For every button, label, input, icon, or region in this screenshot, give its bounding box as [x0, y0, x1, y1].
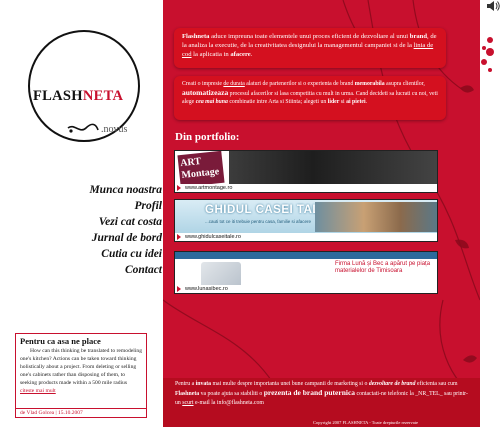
lunasibec-menu-bar	[175, 252, 437, 259]
contact-bold: Flashneta	[175, 390, 200, 397]
blog-excerpt-body: How can this thinking be translated to r…	[20, 348, 143, 386]
logo-swirl-icon	[67, 123, 99, 133]
intro2-bold: memorabila	[354, 81, 385, 87]
artmontage-image	[229, 151, 437, 186]
intro-card: Flashneta aduce impreuna toate elementel…	[174, 28, 446, 68]
ghidul-image	[315, 202, 437, 232]
artmontage-logo-line1: ART	[179, 155, 202, 170]
nav-item-vezi-cat-costa[interactable]: Vezi cat costa	[89, 214, 162, 230]
speaker-icon[interactable]	[486, 0, 500, 12]
contact-big: prezenta de brand puternica	[263, 387, 356, 397]
banner-url[interactable]: www.ghidulcaseitale.ro	[175, 233, 437, 241]
banner-url-text: www.ghidulcaseitale.ro	[185, 234, 241, 240]
intro-text: aduce impreuna toate elementele unui pro…	[209, 33, 410, 40]
copyright-text: Copyright 2007 FLASHNETA - Toate dreptur…	[313, 420, 418, 425]
blog-excerpt-author: de Vlad Golcea | 15.10.2007	[16, 408, 146, 417]
intro2-text: combinatie intre Arta si Stiinta; aleget…	[227, 99, 328, 105]
artmontage-logo: ART Montage	[177, 151, 225, 188]
logo-text: FLASHNETA	[33, 88, 124, 104]
contact-text: va poate ajuta sa stabiliti o	[199, 390, 264, 397]
contact-email[interactable]: e-mail la info@flashneta.com	[194, 400, 264, 406]
intro-text: .	[250, 51, 253, 58]
logo-subtitle: .novus	[101, 124, 128, 135]
portfolio-banner-ghidulcaseitale[interactable]: GHIDUL CASEI TALE ...cauti tot ce iti tr…	[174, 199, 438, 242]
play-triangle-icon	[177, 286, 181, 292]
lunasibec-slogan: Firma Lună și Bec a apărut pe piața mate…	[335, 261, 431, 274]
banner-url-text: www.artmontage.ro	[185, 185, 233, 191]
portfolio-banner-lunasibec[interactable]: Firma Lună și Bec a apărut pe piața mate…	[174, 251, 438, 294]
intro2-text: asupra clientilor,	[384, 81, 425, 87]
intro2-bold: ai pietei	[346, 99, 366, 105]
nav-item-jurnal-de-bord[interactable]: Jurnal de bord	[89, 230, 162, 246]
intro2-underline: de durata	[223, 81, 245, 87]
blog-excerpt-box: Pentru ca asa ne place How can this thin…	[15, 333, 147, 418]
intro-bold: brand	[409, 33, 428, 40]
nav-item-munca-noastra[interactable]: Munca noastra	[89, 182, 162, 198]
logo[interactable]: FLASHNETA .novus	[28, 30, 150, 142]
contact-italic: dezvoltare de brand	[368, 381, 416, 387]
intro2-text: Creati o impresie	[182, 81, 224, 87]
main-content: Flashneta aduce impreuna toate elementel…	[163, 0, 480, 427]
intro2-text: alaturi de partenerilor si o experienta …	[244, 81, 355, 87]
intro-bold: afacere	[230, 51, 251, 58]
nav-item-contact[interactable]: Contact	[89, 262, 162, 278]
banner-url[interactable]: www.artmontage.ro	[175, 184, 437, 192]
intro-text: la aplicatia in	[191, 51, 231, 58]
main-nav: Munca noastra Profil Vezi cat costa Jurn…	[89, 182, 162, 278]
ghidul-subtitle: ...cauti tot ce iti trebuie pentru casa,…	[205, 219, 312, 224]
dots-decoration-icon	[481, 37, 494, 72]
intro-brand: Flashneta	[182, 33, 210, 40]
portfolio-title: Din portfolio:	[175, 131, 240, 143]
nav-item-cutia-cu-idei[interactable]: Cutia cu idei	[89, 246, 162, 262]
intro-card-2: Creati o impresie de durata alaturi de p…	[174, 76, 446, 120]
blog-excerpt-text: How can this thinking be translated to r…	[20, 347, 142, 395]
banner-url[interactable]: www.lunasibec.ro	[175, 285, 437, 293]
contact-bold: invata	[195, 381, 212, 387]
intro2-italic: cea mai buna	[195, 99, 228, 105]
intro2-bold: lider	[327, 99, 340, 105]
contact-underline: scurt	[182, 399, 194, 406]
copyright: Copyright 2007 FLASHNETA - Toate dreptur…	[313, 420, 418, 425]
contact-text: eficienta sau cum	[415, 381, 458, 387]
nav-item-profil[interactable]: Profil	[89, 198, 162, 214]
read-more-link[interactable]: citeste mai mult	[20, 388, 56, 394]
contact-text: Pentru a	[175, 381, 196, 387]
intro2-text: .	[365, 99, 368, 105]
ghidul-title: GHIDUL CASEI TALE	[205, 204, 329, 216]
contact-text: mai multe despre importanta unei bune ca…	[211, 381, 369, 387]
portfolio-banner-artmontage[interactable]: ART Montage www.artmontage.ro	[174, 150, 438, 193]
play-triangle-icon	[177, 234, 181, 240]
banner-url-text: www.lunasibec.ro	[185, 286, 228, 292]
intro2-big: automatizeaza	[182, 87, 229, 97]
play-triangle-icon	[177, 185, 181, 191]
blog-excerpt-title: Pentru ca asa ne place	[20, 336, 101, 346]
